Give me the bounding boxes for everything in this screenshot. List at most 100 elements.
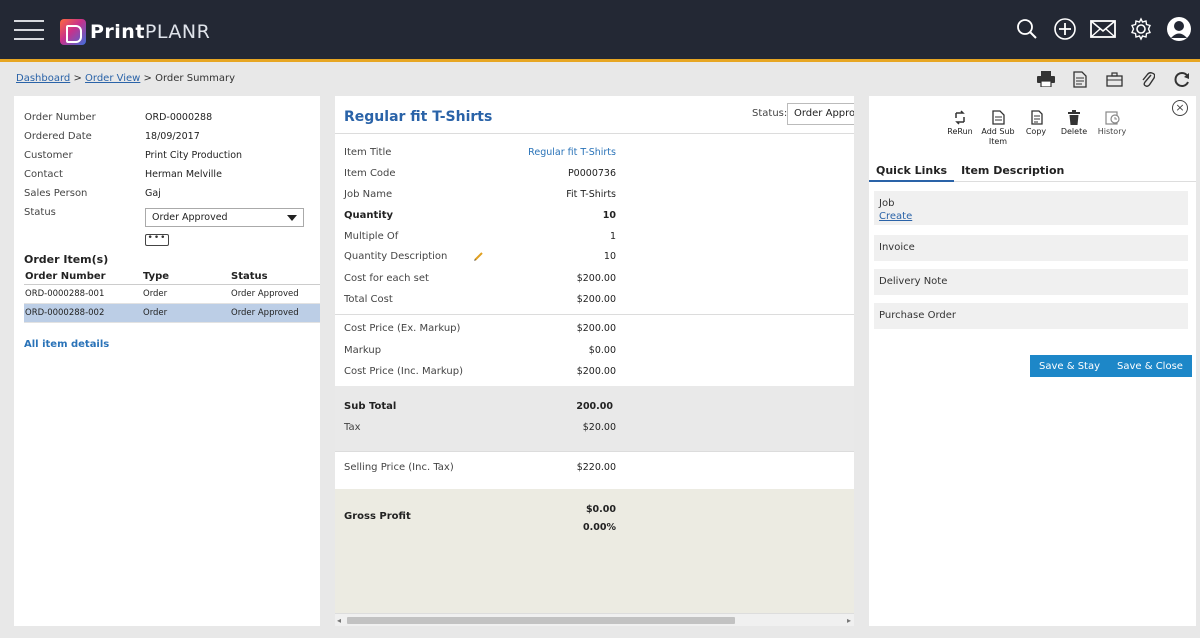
document-icon[interactable] (1070, 69, 1090, 89)
user-avatar-icon[interactable] (1166, 16, 1192, 42)
horizontal-scrollbar[interactable]: ◂ ▸ (335, 613, 854, 626)
add-sub-item-icon (991, 110, 1005, 125)
scrollbar-thumb[interactable] (347, 617, 735, 624)
delete-button[interactable]: Delete (1055, 110, 1093, 147)
row-value: Fit T-Shirts (566, 189, 616, 200)
row-label: Selling Price (Inc. Tax) (344, 462, 454, 473)
history-button[interactable]: History (1093, 110, 1131, 147)
customer-label: Customer (24, 150, 73, 161)
quick-link-purchase-order[interactable]: Purchase Order (874, 303, 1188, 329)
save-close-button[interactable]: Save & Close (1108, 355, 1192, 377)
customer-value: Print City Production (145, 150, 243, 161)
delete-icon (1068, 110, 1080, 125)
order-items-table: Order Number Type Status ORD-0000288-001… (24, 271, 320, 323)
ordered-date-label: Ordered Date (24, 131, 92, 142)
col-header-status: Status (231, 271, 268, 282)
row-label: Cost Price (Ex. Markup) (344, 323, 461, 334)
gear-icon[interactable] (1128, 16, 1154, 42)
contact-value: Herman Melville (145, 169, 222, 180)
ordered-date-value: 18/09/2017 (145, 131, 200, 142)
item-details-panel: Regular fit T-Shirts Status: Order Appro… (335, 96, 854, 626)
logo-text: PrintPLANR (90, 21, 211, 43)
hamburger-menu-icon[interactable] (14, 20, 44, 42)
tab-item-description[interactable]: Item Description (954, 161, 1071, 182)
row-value: P0000736 (567, 168, 616, 179)
row-value: 10 (602, 210, 616, 221)
divider (335, 133, 854, 134)
row-label: Multiple Of (344, 231, 399, 242)
row-label: Tax (344, 422, 361, 433)
toolbar-icons (1036, 69, 1192, 89)
rerun-button[interactable]: ReRun (941, 110, 979, 147)
logo-mark-icon (60, 19, 86, 45)
row-value: $220.00 (576, 462, 616, 473)
breadcrumb-current: Order Summary (155, 73, 236, 84)
col-header-type: Type (143, 271, 170, 282)
app-logo[interactable]: PrintPLANR (60, 18, 210, 46)
pencil-edit-icon[interactable] (474, 251, 484, 264)
paperclip-icon[interactable] (1138, 69, 1158, 89)
briefcase-icon[interactable] (1104, 69, 1124, 89)
add-circle-icon[interactable] (1052, 16, 1078, 42)
row-order-number: ORD-0000288-002 (25, 308, 105, 318)
row-value: 10 (603, 251, 616, 262)
divider (335, 451, 854, 452)
all-item-details-link[interactable]: All item details (24, 339, 109, 350)
row-type: Order (143, 308, 168, 318)
status-dropdown[interactable]: Order Approved (145, 208, 304, 227)
table-row[interactable]: ORD-0000288-001 Order Order Approved (24, 285, 320, 304)
row-label: Job Name (344, 189, 393, 200)
quick-link-delivery-note[interactable]: Delivery Note (874, 269, 1188, 295)
job-label: Job (879, 198, 895, 209)
scroll-left-icon[interactable]: ◂ (337, 616, 341, 625)
add-sub-item-button[interactable]: Add Sub Item (979, 110, 1017, 147)
invoice-label: Invoice (879, 242, 915, 253)
col-header-order-number: Order Number (25, 271, 106, 282)
refresh-icon[interactable] (1172, 69, 1192, 89)
table-row-selected[interactable]: ORD-0000288-002 Order Order Approved (24, 304, 320, 323)
order-items-title: Order Item(s) (24, 253, 109, 266)
gross-profit-percent: 0.00% (583, 522, 616, 533)
item-title-link[interactable]: Regular fit T-Shirts (528, 147, 616, 158)
add-sub-item-label: Add Sub Item (981, 127, 1015, 146)
sales-person-value: Gaj (145, 188, 161, 199)
job-create-link[interactable]: Create (879, 211, 1183, 222)
copy-icon (1031, 110, 1043, 125)
row-label: Total Cost (344, 294, 393, 305)
row-value: $200.00 (576, 366, 616, 377)
row-label: Quantity Description (344, 251, 448, 262)
scroll-right-icon[interactable]: ▸ (847, 616, 851, 625)
row-label: Cost for each set (344, 273, 429, 284)
copy-button[interactable]: Copy (1017, 110, 1055, 147)
top-icons (1014, 16, 1192, 42)
row-label: Item Code (344, 168, 396, 179)
history-label: History (1097, 127, 1127, 136)
mail-icon[interactable] (1090, 16, 1116, 42)
more-options-button[interactable]: ••• (145, 234, 169, 246)
history-icon (1104, 111, 1120, 125)
search-icon[interactable] (1014, 16, 1040, 42)
tab-quick-links[interactable]: Quick Links (869, 161, 955, 182)
save-stay-button[interactable]: Save & Stay (1030, 355, 1110, 377)
row-label: Cost Price (Inc. Markup) (344, 366, 463, 377)
row-value: $0.00 (588, 345, 616, 356)
close-icon[interactable]: × (1172, 100, 1188, 116)
quick-link-invoice[interactable]: Invoice (874, 235, 1188, 261)
breadcrumb-bar: Dashboard > Order View > Order Summary (0, 65, 1200, 95)
row-value: $200.00 (576, 294, 616, 305)
caret-down-icon (287, 215, 297, 221)
order-items-header: Order Number Type Status (24, 271, 320, 285)
row-label: Item Title (344, 147, 392, 158)
printer-icon[interactable] (1036, 69, 1056, 89)
row-order-number: ORD-0000288-001 (25, 289, 105, 299)
delete-label: Delete (1060, 127, 1088, 136)
row-label: Markup (344, 345, 382, 356)
subtotal-section (335, 386, 854, 451)
status-dropdown-value: Order Approved (152, 212, 228, 223)
row-value: 200.00 (576, 401, 613, 412)
side-panel: × ReRun Add Sub Item Copy Delete History… (869, 96, 1196, 626)
breadcrumb-order-view-link[interactable]: Order View (85, 73, 140, 84)
item-status-dropdown[interactable]: Order Approved (787, 103, 854, 125)
breadcrumb-dashboard-link[interactable]: Dashboard (16, 73, 70, 84)
row-type: Order (143, 289, 168, 299)
